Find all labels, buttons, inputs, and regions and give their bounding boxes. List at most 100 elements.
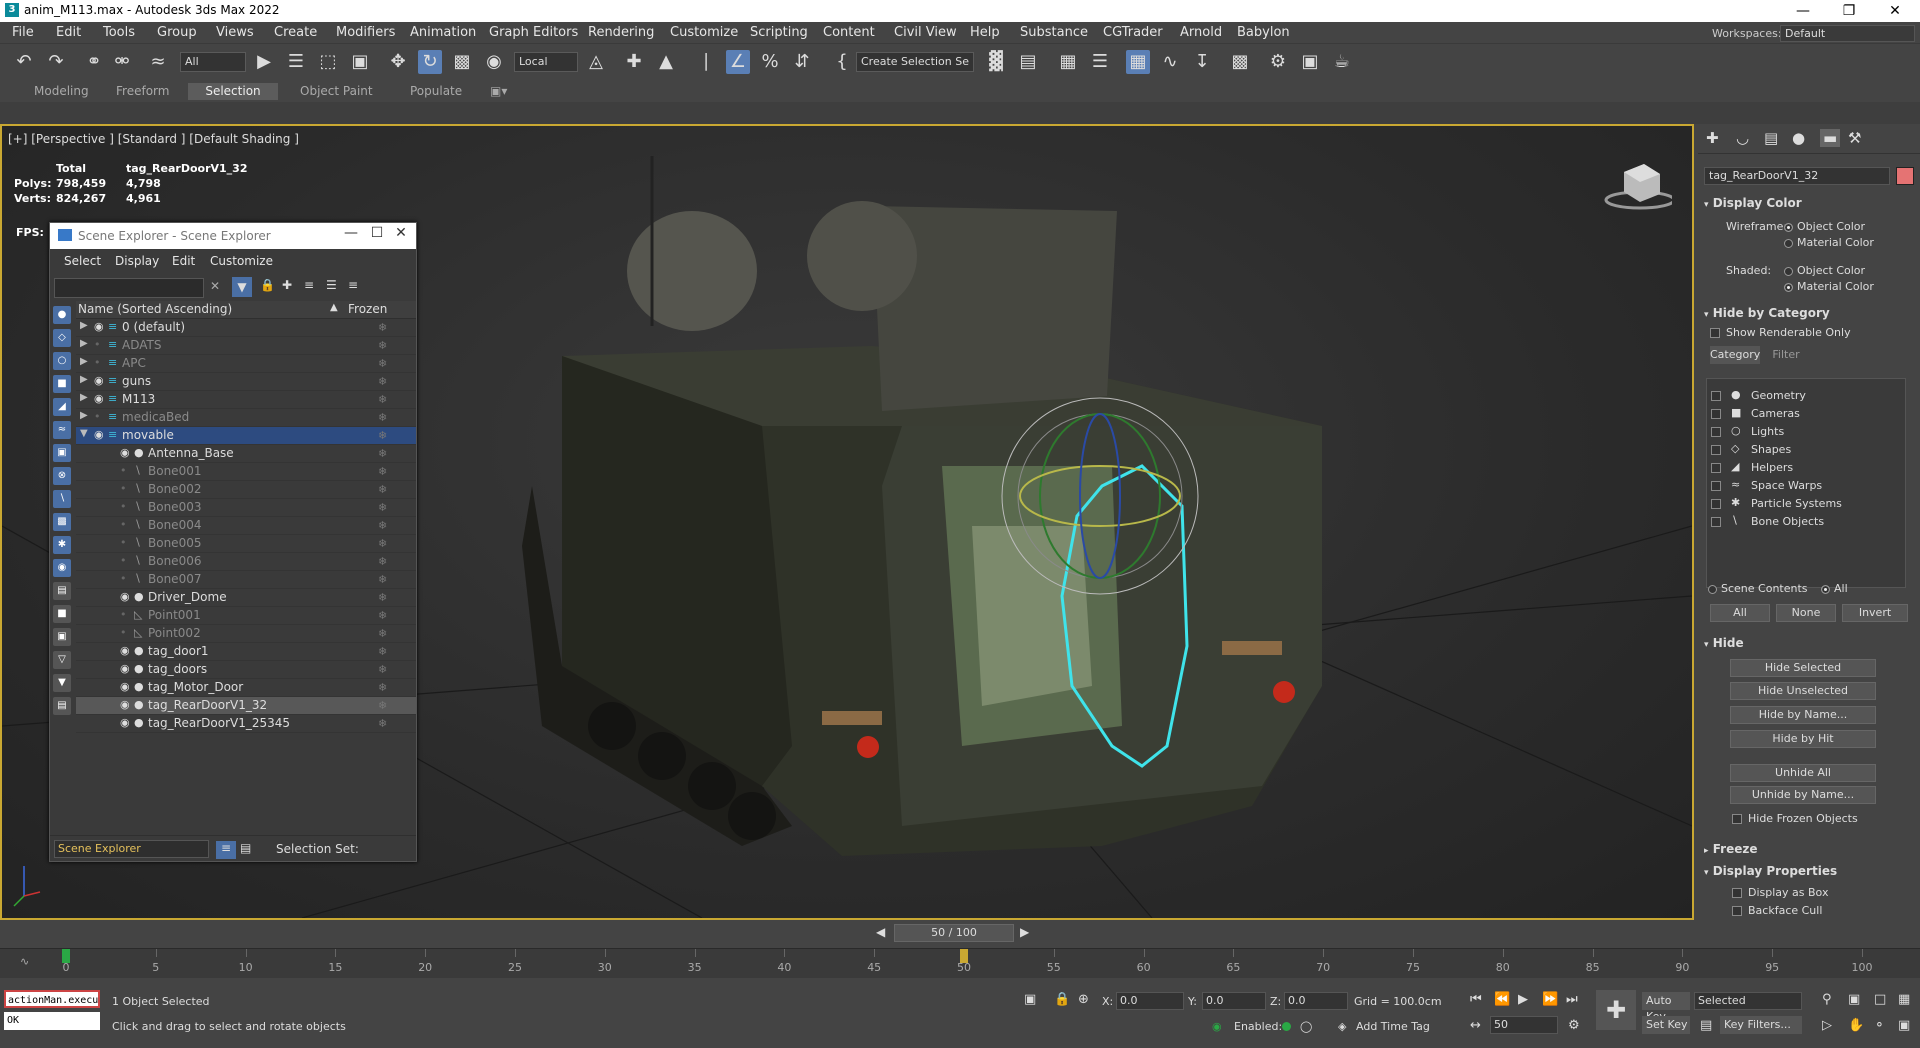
scene-tree-row[interactable]: • ∖ Bone003 ❄ — [76, 499, 416, 517]
scene-tree-row[interactable]: ▶ ◉ ≡ 0 (default) ❄ — [76, 319, 416, 337]
frozen-toggle-icon[interactable]: ❄ — [378, 555, 387, 568]
enabled-indicator[interactable] — [1282, 1022, 1291, 1031]
group-filter-icon[interactable]: ▣ — [53, 444, 71, 462]
pivot-center-icon[interactable]: ◬ — [584, 50, 608, 74]
shaded-object-color[interactable]: Object Color — [1784, 264, 1914, 277]
shape-filter-icon[interactable]: ◇ — [53, 329, 71, 347]
menu-rendering[interactable]: Rendering — [588, 25, 654, 40]
layers-icon[interactable]: ≡ — [304, 278, 314, 292]
visibility-eye-icon[interactable]: ◉ — [120, 446, 130, 459]
se-close-button[interactable]: ✕ — [386, 225, 416, 241]
freeze-rollout-heading[interactable]: ▸ Freeze — [1704, 842, 1757, 856]
menu-scripting[interactable]: Scripting — [750, 25, 808, 40]
frozen-toggle-icon[interactable]: ❄ — [378, 645, 387, 658]
visibility-eye-icon[interactable]: • — [94, 338, 101, 351]
category-shapes[interactable]: ◇ Shapes — [1707, 441, 1905, 459]
maxscript-listener-output[interactable]: OK — [4, 1012, 100, 1030]
menu-help[interactable]: Help — [970, 25, 1000, 40]
scene-tree-row[interactable]: • ∖ Bone004 ❄ — [76, 517, 416, 535]
pan-icon[interactable]: ✋ — [1848, 1018, 1864, 1033]
render-setup-icon[interactable]: ⚙ — [1266, 50, 1290, 74]
visibility-eye-icon[interactable]: ◉ — [120, 680, 130, 693]
select-object-icon[interactable]: ▶ — [252, 50, 276, 74]
object-name-field[interactable]: tag_RearDoorV1_32 — [1704, 167, 1890, 185]
frozen-toggle-icon[interactable]: ❄ — [378, 483, 387, 496]
frozen-toggle-icon[interactable]: ❄ — [378, 447, 387, 460]
object-color-swatch[interactable] — [1896, 167, 1914, 185]
hide-by-category-heading[interactable]: ▾ Hide by Category — [1704, 306, 1914, 320]
frozen-toggle-icon[interactable]: ❄ — [378, 411, 387, 424]
visibility-eye-icon[interactable]: ◉ — [120, 698, 130, 711]
menu-modifiers[interactable]: Modifiers — [336, 25, 395, 40]
display-properties-rollout-heading[interactable]: ▾ Display Properties — [1704, 864, 1837, 878]
display-filter-icon[interactable]: ◉ — [53, 559, 71, 577]
key-mode-select[interactable]: Selected — [1694, 992, 1802, 1010]
scene-tree-row[interactable]: ▶ ◉ ≡ guns ❄ — [76, 373, 416, 391]
layer-mode-icon[interactable]: ≡ — [216, 841, 236, 859]
filter-icon[interactable]: ▼ — [232, 277, 252, 297]
workspace-select[interactable]: Default — [1780, 25, 1915, 42]
percent-snap-icon[interactable]: % — [758, 50, 782, 74]
selection-lock-icon[interactable]: 🔒 — [1054, 992, 1070, 1007]
se-menu-display[interactable]: Display — [115, 254, 159, 268]
frozen-toggle-icon[interactable]: ❄ — [378, 717, 387, 730]
reference-coord-select[interactable]: Local — [514, 52, 578, 72]
camera-filter-icon[interactable]: ■ — [53, 375, 71, 393]
all-radio[interactable]: All — [1821, 582, 1848, 595]
undo-icon[interactable]: ↶ — [12, 50, 36, 74]
menu-animation[interactable]: Animation — [410, 25, 476, 40]
scene-tree-row[interactable]: ▶ • ≡ medicaBed ❄ — [76, 409, 416, 427]
scene-tree-row[interactable]: • ◺ Point001 ❄ — [76, 607, 416, 625]
align-icon[interactable]: ▤ — [1016, 50, 1040, 74]
hierarchy-tab-icon[interactable]: ▤ — [1764, 129, 1778, 147]
tab-selection[interactable]: Selection — [188, 83, 278, 100]
tab-category[interactable]: Category — [1710, 346, 1760, 364]
zoom-all-icon[interactable]: ▣ — [1848, 992, 1860, 1007]
next-key-icon[interactable]: ⏩ — [1542, 992, 1558, 1007]
clear-search-icon[interactable]: ✕ — [210, 279, 220, 293]
visibility-eye-icon[interactable]: ◉ — [120, 662, 130, 675]
se-menu-customize[interactable]: Customize — [210, 254, 273, 268]
spacewarp-filter-icon[interactable]: ≈ — [53, 421, 71, 439]
scale-icon[interactable]: ▩ — [450, 50, 474, 74]
scene-tree-row[interactable]: ▼ ◉ ≡ movable ❄ — [76, 427, 416, 445]
current-frame-marker[interactable] — [960, 949, 968, 963]
scene-tree-row[interactable]: • ∖ Bone007 ❄ — [76, 571, 416, 589]
adaptive-degradation-icon[interactable]: ◉ — [1212, 1020, 1222, 1033]
hide-by-hit-button[interactable]: Hide by Hit — [1730, 730, 1876, 748]
shaded-material-color[interactable]: Material Color — [1784, 280, 1914, 293]
frozen-toggle-icon[interactable]: ❄ — [378, 699, 387, 712]
expand-arrow-icon[interactable]: ▶ — [80, 392, 88, 403]
frozen-toggle-icon[interactable]: ❄ — [378, 375, 387, 388]
maxscript-listener-input[interactable]: actionMan.execu — [4, 990, 100, 1008]
key-filters-button[interactable]: Key Filters... — [1720, 1016, 1802, 1034]
visibility-eye-icon[interactable]: ◉ — [94, 374, 104, 387]
visibility-eye-icon[interactable]: ◉ — [94, 392, 104, 405]
funnel-icon[interactable]: ▼ — [53, 674, 71, 692]
menu-cgtrader[interactable]: CGTrader — [1103, 25, 1163, 40]
frozen-toggle-icon[interactable]: ❄ — [378, 393, 387, 406]
time-slider[interactable]: 50 / 100 — [894, 924, 1014, 942]
link-icon[interactable]: ⚭ — [82, 50, 106, 74]
scene-tree-row[interactable]: ◉ ● tag_door1 ❄ — [76, 643, 416, 661]
tab-populate[interactable]: Populate — [400, 83, 472, 100]
scene-tree-row[interactable]: ◉ ● tag_Motor_Door ❄ — [76, 679, 416, 697]
visibility-eye-icon[interactable]: ◉ — [94, 428, 104, 441]
show-renderable-only-checkbox[interactable]: Show Renderable Only — [1710, 326, 1910, 339]
mirror-icon[interactable]: ▓ — [984, 50, 1008, 74]
wireframe-object-color[interactable]: Object Color — [1784, 220, 1914, 233]
orbit-icon[interactable]: ⚬ — [1874, 1018, 1885, 1033]
collapse-arrow-icon[interactable]: ▼ — [80, 428, 88, 439]
hierarchy-mode-icon[interactable]: ▤ — [240, 841, 251, 855]
layer-stack-icon[interactable]: ≡ — [348, 278, 358, 292]
hide-unselected-button[interactable]: Hide Unselected — [1730, 682, 1876, 700]
time-tag-icon[interactable]: ◯ — [1300, 1020, 1312, 1033]
col-frozen-header[interactable]: Frozen — [348, 302, 387, 316]
select-dependents-icon[interactable]: ▽ — [53, 651, 71, 669]
hide-rollout-heading[interactable]: ▾ Hide — [1704, 636, 1744, 650]
frozen-toggle-icon[interactable]: ❄ — [378, 501, 387, 514]
visibility-eye-icon[interactable]: • — [120, 536, 127, 549]
hide-selected-button[interactable]: Hide Selected — [1730, 659, 1876, 677]
visibility-eye-icon[interactable]: ◉ — [120, 716, 130, 729]
scene-tree-row[interactable]: ▶ ◉ ≡ M113 ❄ — [76, 391, 416, 409]
